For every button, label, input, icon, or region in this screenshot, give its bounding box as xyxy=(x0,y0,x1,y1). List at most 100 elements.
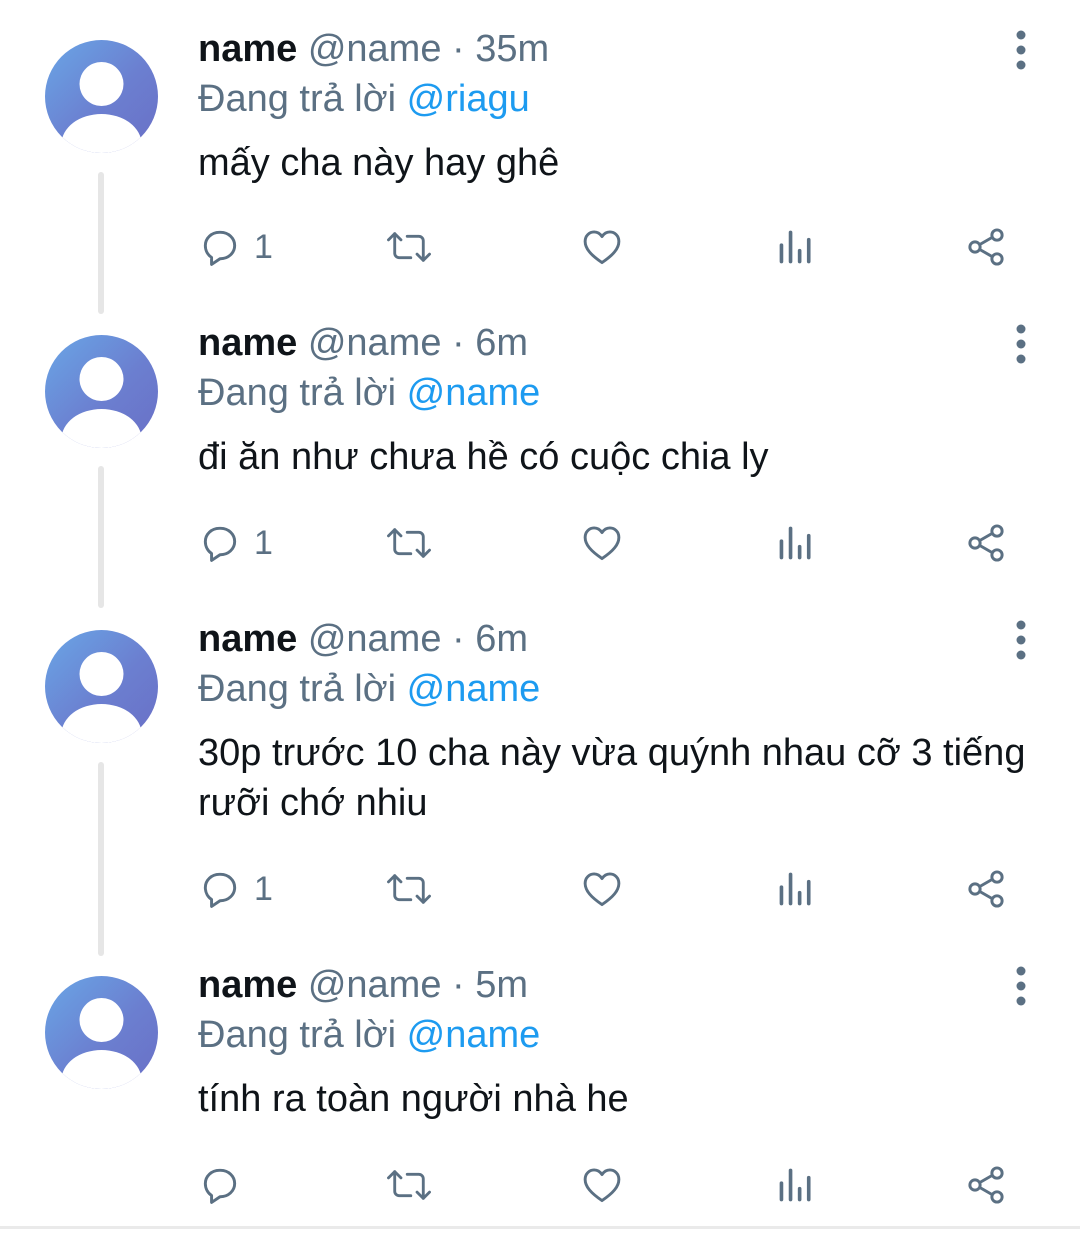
replying-to-label: Đang trả lời xyxy=(198,372,397,414)
avatar[interactable] xyxy=(45,630,158,743)
tweet-actions: 1 xyxy=(198,222,1018,272)
timestamp[interactable]: 5m xyxy=(475,964,528,1006)
views-button[interactable] xyxy=(776,1160,816,1210)
display-name[interactable]: name xyxy=(198,322,297,364)
views-button[interactable] xyxy=(776,222,816,272)
tweet-actions: 1 xyxy=(198,518,1018,568)
retweet-button[interactable] xyxy=(384,222,434,272)
tweet: name @name · 6m Đang trả lời @name 30p t… xyxy=(198,614,1040,828)
like-icon xyxy=(583,1168,621,1203)
reply-button[interactable]: 1 xyxy=(198,518,273,568)
tweet: name @name · 6m Đang trả lời @name đi ăn… xyxy=(198,318,1040,482)
tweet: name @name · 35m Đang trả lời @riagu mấy… xyxy=(198,24,1040,188)
handle[interactable]: @name xyxy=(308,964,442,1006)
avatar[interactable] xyxy=(45,976,158,1089)
tweet-header: name @name · 6m xyxy=(198,614,1040,664)
more-icon xyxy=(1016,324,1026,364)
views-button[interactable] xyxy=(776,864,816,914)
thread-line xyxy=(98,172,104,314)
more-icon xyxy=(1016,620,1026,660)
thread-line xyxy=(98,762,104,956)
default-avatar-icon xyxy=(61,998,142,1089)
separator-dot: · xyxy=(452,964,465,1006)
display-name[interactable]: name xyxy=(198,28,297,70)
share-button[interactable] xyxy=(964,222,1008,272)
replying-to: Đang trả lời @name xyxy=(198,1010,1040,1060)
like-button[interactable] xyxy=(580,864,624,914)
reply-icon xyxy=(203,872,237,908)
reply-count: 1 xyxy=(254,523,273,562)
replying-to-handle[interactable]: @name xyxy=(407,668,541,710)
tweet-text: đi ăn như chưa hề có cuộc chia ly xyxy=(198,436,769,478)
separator-dot: · xyxy=(452,618,465,660)
replying-to: Đang trả lời @name xyxy=(198,368,1040,418)
share-icon xyxy=(968,870,1004,908)
share-button[interactable] xyxy=(964,518,1008,568)
replying-to-handle[interactable]: @riagu xyxy=(407,78,530,120)
default-avatar-icon xyxy=(61,62,142,153)
tweet-header: name @name · 6m xyxy=(198,318,1040,368)
avatar[interactable] xyxy=(45,335,158,448)
share-button[interactable] xyxy=(964,864,1008,914)
views-button[interactable] xyxy=(776,518,816,568)
retweet-icon xyxy=(387,874,431,904)
separator-dot: · xyxy=(452,28,465,70)
tweet-text: mấy cha này hay ghê xyxy=(198,142,560,184)
replying-to-handle[interactable]: @name xyxy=(407,1014,541,1056)
retweet-button[interactable] xyxy=(384,518,434,568)
default-avatar-icon xyxy=(61,652,142,743)
display-name[interactable]: name xyxy=(198,618,297,660)
reply-count: 1 xyxy=(254,869,273,908)
more-options-button[interactable] xyxy=(1006,322,1036,366)
reply-icon xyxy=(203,230,237,266)
handle[interactable]: @name xyxy=(308,618,442,660)
timestamp[interactable]: 6m xyxy=(475,618,528,660)
replying-to: Đang trả lời @name xyxy=(198,664,1040,714)
retweet-button[interactable] xyxy=(384,864,434,914)
tweet: name @name · 5m Đang trả lời @name tính … xyxy=(198,960,1040,1124)
like-button[interactable] xyxy=(580,518,624,568)
reply-count: 1 xyxy=(254,227,273,266)
tweet-header: name @name · 35m xyxy=(198,24,1040,74)
handle[interactable]: @name xyxy=(308,28,442,70)
tweet-actions: 1 xyxy=(198,864,1018,914)
more-options-button[interactable] xyxy=(1006,964,1036,1008)
thread-line xyxy=(98,466,104,608)
views-icon xyxy=(779,230,811,264)
replying-to-handle[interactable]: @name xyxy=(407,372,541,414)
handle[interactable]: @name xyxy=(308,322,442,364)
tweet-text: tính ra toàn người nhà he xyxy=(198,1078,629,1120)
share-icon xyxy=(968,228,1004,266)
tweet-actions xyxy=(198,1160,1018,1210)
separator-dot: · xyxy=(452,322,465,364)
more-options-button[interactable] xyxy=(1006,28,1036,72)
share-icon xyxy=(968,524,1004,562)
display-name[interactable]: name xyxy=(198,964,297,1006)
replying-to-label: Đang trả lời xyxy=(198,668,397,710)
reply-icon xyxy=(203,526,237,562)
timestamp[interactable]: 35m xyxy=(475,28,549,70)
retweet-icon xyxy=(387,1170,431,1200)
share-button[interactable] xyxy=(964,1160,1008,1210)
like-button[interactable] xyxy=(580,1160,624,1210)
more-options-button[interactable] xyxy=(1006,618,1036,662)
retweet-button[interactable] xyxy=(384,1160,434,1210)
more-icon xyxy=(1016,30,1026,70)
replying-to: Đang trả lời @riagu xyxy=(198,74,1040,124)
bottom-divider xyxy=(0,1226,1080,1229)
replying-to-label: Đang trả lời xyxy=(198,1014,397,1056)
like-icon xyxy=(583,526,621,561)
reply-button[interactable]: 1 xyxy=(198,222,273,272)
avatar[interactable] xyxy=(45,40,158,153)
views-icon xyxy=(779,526,811,560)
like-icon xyxy=(583,230,621,265)
reply-button[interactable] xyxy=(198,1160,254,1210)
like-button[interactable] xyxy=(580,222,624,272)
replying-to-label: Đang trả lời xyxy=(198,78,397,120)
timestamp[interactable]: 6m xyxy=(475,322,528,364)
tweet-header: name @name · 5m xyxy=(198,960,1040,1010)
retweet-icon xyxy=(387,528,431,558)
reply-icon xyxy=(203,1168,237,1204)
views-icon xyxy=(779,872,811,906)
reply-button[interactable]: 1 xyxy=(198,864,273,914)
